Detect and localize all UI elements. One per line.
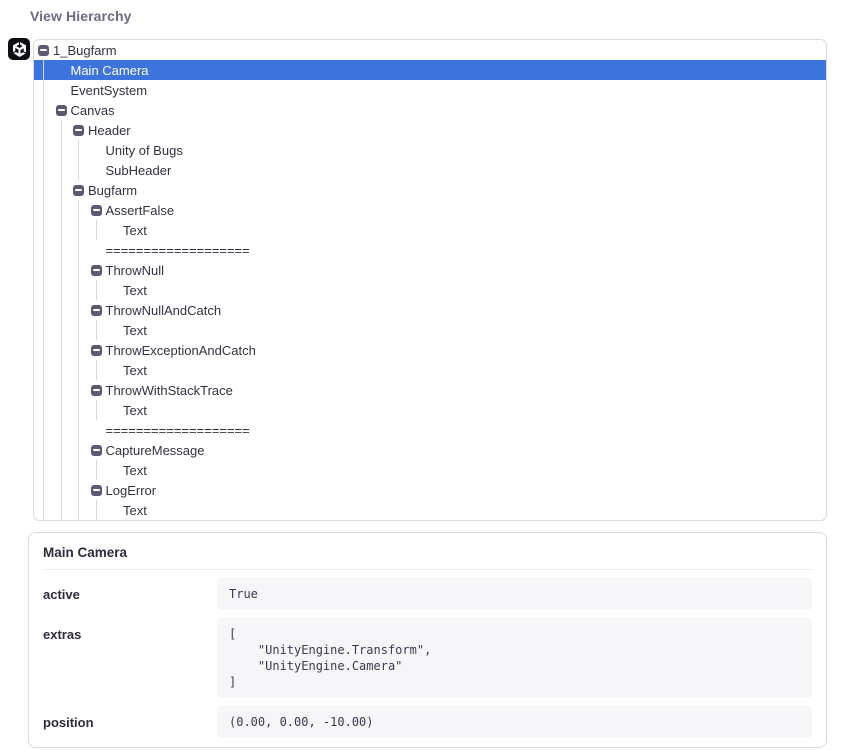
tree-node-label: ThrowNullAndCatch [106,303,222,318]
tree-node[interactable]: LogError [34,480,826,500]
tree-node-label: EventSystem [71,83,148,98]
property-value: [ "UnityEngine.Transform", "UnityEngine.… [217,618,812,698]
tree-node-label: Text [123,323,147,338]
tree-node[interactable]: Bugfarm [34,180,826,200]
tree-node[interactable]: ThrowNullAndCatch [34,300,826,320]
tree-node[interactable]: CaptureMessage [34,440,826,460]
tree-node[interactable]: Text [34,360,826,380]
property-value: (0.00, 0.00, -10.00) [217,706,812,738]
property-key: active [43,578,217,610]
collapse-minus-icon[interactable] [91,265,102,276]
tree-node[interactable]: Text [34,460,826,480]
property-key: extras [43,618,217,698]
details-panel: Main Camera active True extras [ "UnityE… [28,532,827,748]
hierarchy-tree-panel: 1_Bugfarm Main Camera EventSystem Canvas… [33,39,827,521]
property-row: active True [43,578,812,610]
tree-node-label: =================== [106,243,250,258]
details-rows: active True extras [ "UnityEngine.Transf… [43,578,812,738]
tree-node[interactable]: Unity of Bugs [34,140,826,160]
tree-node[interactable]: ThrowNull [34,260,826,280]
tree-guide-line [78,140,79,180]
tree-guide-line [96,220,97,240]
page-title: View Hierarchy [30,8,132,24]
collapse-minus-icon[interactable] [91,305,102,316]
tree-node[interactable]: Text [34,280,826,300]
collapse-minus-icon[interactable] [56,105,67,116]
property-row: extras [ "UnityEngine.Transform", "Unity… [43,618,812,698]
tree-node[interactable]: EventSystem [34,80,826,100]
tree-guide-line [43,60,44,520]
tree-node[interactable]: Canvas [34,100,826,120]
collapse-minus-icon[interactable] [91,345,102,356]
tree-node[interactable]: Text [34,400,826,420]
tree-guide-line [96,280,97,300]
tree-node[interactable]: SubHeader [34,160,826,180]
tree-guide-line [96,360,97,380]
tree-guide-line [96,460,97,480]
tree-node-label: LogError [106,483,157,498]
page: View Hierarchy 1_Bugfarm Main Camera Eve… [0,0,855,750]
tree-node-label: Canvas [71,103,115,118]
tree-guide-line [96,400,97,420]
collapse-minus-icon[interactable] [91,385,102,396]
property-row: position (0.00, 0.00, -10.00) [43,706,812,738]
tree-node[interactable]: ThrowExceptionAndCatch [34,340,826,360]
collapse-minus-icon[interactable] [73,185,84,196]
tree-guide-line [96,500,97,520]
tree-node-label: Main Camera [71,63,149,78]
property-value: True [217,578,812,610]
tree-node[interactable]: Header [34,120,826,140]
tree-guide-line [78,200,79,520]
collapse-minus-icon[interactable] [73,125,84,136]
tree-node[interactable]: Text [34,220,826,240]
tree-node-label: Text [123,503,147,518]
tree-node-label: ThrowNull [106,263,165,278]
tree-node[interactable]: AssertFalse [34,200,826,220]
tree-node[interactable]: 1_Bugfarm [34,40,826,60]
tree-node-label: Unity of Bugs [106,143,183,158]
tree-node-label: Text [123,463,147,478]
tree-node-label: Text [123,283,147,298]
tree-node-label: Text [123,363,147,378]
tree-node[interactable]: Text [34,320,826,340]
tree-node-label: Text [123,403,147,418]
tree-guide-line [96,320,97,340]
tree-node-label: Header [88,123,131,138]
tree-node-label: SubHeader [106,163,172,178]
tree-node-label: Text [123,223,147,238]
tree-node-label: ThrowWithStackTrace [106,383,233,398]
tree-node[interactable]: =================== [34,240,826,260]
collapse-minus-icon[interactable] [38,45,49,56]
tree-node-label: CaptureMessage [106,443,205,458]
tree-node-label: 1_Bugfarm [53,43,117,58]
tree-node-label: AssertFalse [106,203,175,218]
collapse-minus-icon[interactable] [91,485,102,496]
tree-guide-line [61,120,62,520]
details-title: Main Camera [43,543,812,570]
collapse-minus-icon[interactable] [91,205,102,216]
unity-logo-icon [8,38,30,60]
property-key: position [43,706,217,738]
tree-node[interactable]: Text [34,500,826,520]
tree-node[interactable]: =================== [34,420,826,440]
tree-node-label: =================== [106,423,250,438]
tree-node[interactable]: ThrowWithStackTrace [34,380,826,400]
tree-node-label: ThrowExceptionAndCatch [106,343,256,358]
tree-node-label: Bugfarm [88,183,137,198]
tree-node[interactable]: Main Camera [34,60,826,80]
collapse-minus-icon[interactable] [91,445,102,456]
